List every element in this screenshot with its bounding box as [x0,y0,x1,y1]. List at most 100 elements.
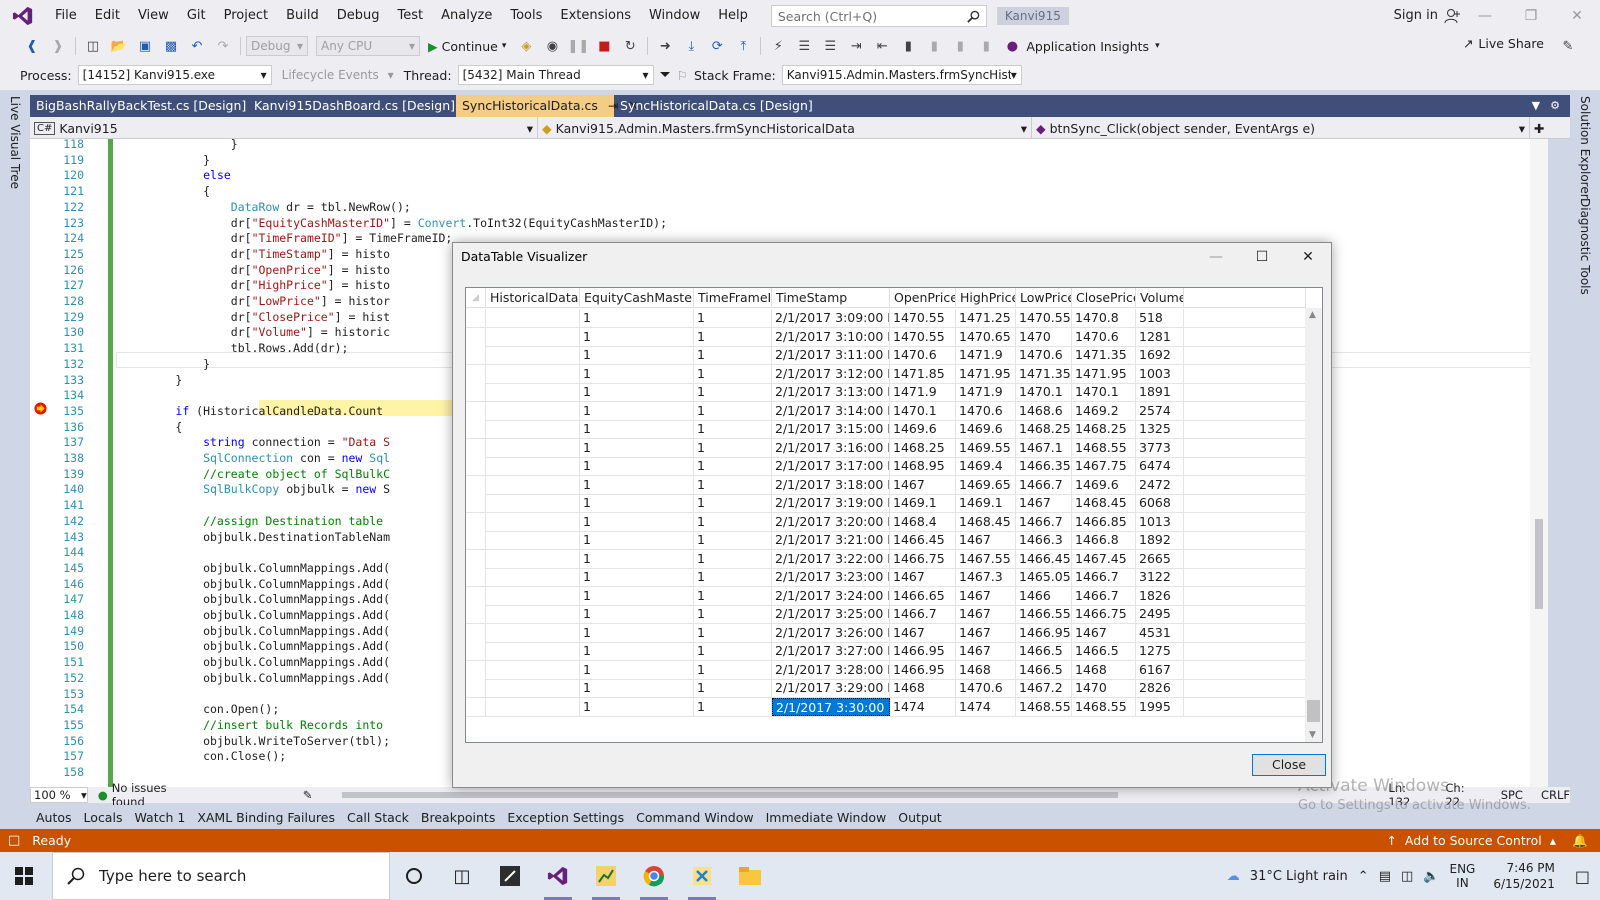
table-cell[interactable] [486,457,580,475]
table-cell[interactable]: 2/1/2017 3:12:00 PM [772,364,890,383]
table-cell[interactable]: 1467 [890,475,956,494]
column-header[interactable]: EquityCashMasterID [580,288,694,307]
project-select[interactable]: C# Kanvi915 ▾ [30,117,538,139]
table-cell[interactable]: 1 [580,512,694,531]
table-cell[interactable]: 1 [580,623,694,642]
row-header[interactable] [466,346,486,364]
table-cell[interactable] [486,420,580,438]
table-cell[interactable]: 1 [694,679,772,697]
grid-vertical-scrollbar[interactable]: ▲ ▼ [1305,308,1322,742]
table-cell[interactable] [486,512,580,531]
table-cell[interactable]: 1468 [890,679,956,697]
notifications-icon[interactable]: 🔔 [1572,833,1588,849]
stack-frame-select[interactable]: Kanvi915.Admin.Masters.frmSyncHistorica▾ [781,65,1022,85]
clock[interactable]: 7:46 PM 6/15/2021 [1493,860,1555,892]
table-cell[interactable]: 1470.6 [956,679,1016,697]
table-cell[interactable]: 2/1/2017 3:22:00 PM [772,549,890,568]
table-row[interactable]: 112/1/2017 3:26:00 PM146714671466.951467… [466,623,1306,643]
step-into-icon[interactable]: ⤓ [679,35,703,57]
table-cell[interactable]: 1 [580,475,694,494]
table-cell[interactable]: 2/1/2017 3:27:00 PM [772,642,890,660]
table-cell[interactable]: 1467 [956,531,1016,549]
column-header[interactable]: HistoricalDataID [486,288,580,307]
table-cell[interactable]: 1 [580,679,694,697]
debug-tab-breakpoints[interactable]: Breakpoints [415,810,501,825]
table-row[interactable]: 112/1/2017 3:25:00 PM1466.714671466.5514… [466,605,1306,624]
table-cell[interactable]: 1 [694,383,772,401]
table-cell[interactable]: 1 [580,549,694,568]
column-header[interactable]: TimeFrameID [694,288,772,307]
menu-item-build[interactable]: Build [277,0,328,32]
table-cell[interactable]: 1470.6 [1072,327,1136,346]
table-cell[interactable]: 1466.7 [1072,586,1136,605]
taskbar-search-input[interactable]: Type here to search [52,852,390,900]
table-cell[interactable] [486,401,580,420]
row-header[interactable] [466,697,486,716]
restart-icon[interactable]: ↻ [618,35,642,57]
table-cell[interactable] [486,383,580,401]
row-header[interactable] [466,512,486,531]
table-cell[interactable] [486,568,580,586]
table-cell[interactable]: 1 [580,420,694,438]
table-cell[interactable]: 1466.45 [890,531,956,549]
table-cell[interactable]: 1466.85 [1072,512,1136,531]
table-cell[interactable]: 1466.95 [890,642,956,660]
flag-icon[interactable]: ⚐ [677,68,688,83]
table-cell[interactable]: 1466.8 [1072,531,1136,549]
table-row[interactable]: 112/1/2017 3:28:00 PM1466.9514681466.514… [466,660,1306,680]
table-cell[interactable]: 1 [694,531,772,549]
table-cell[interactable] [486,697,580,716]
table-cell[interactable]: 1466.35 [1016,457,1072,475]
table-cell[interactable]: 2/1/2017 3:19:00 PM [772,494,890,512]
table-cell[interactable]: 2/1/2017 3:16:00 PM [772,438,890,457]
table-cell[interactable]: 2574 [1136,401,1184,420]
table-cell[interactable]: 518 [1136,309,1184,327]
uncomment-icon[interactable]: ☰ [818,35,842,57]
next-bookmark-icon[interactable]: ▮ [948,35,972,57]
doc-tab[interactable]: SyncHistoricalData.cs ⇥ ✕ [456,95,639,117]
table-cell[interactable] [486,679,580,697]
table-row[interactable]: 112/1/2017 3:16:00 PM1468.251469.551467.… [466,438,1306,458]
table-cell[interactable]: 1 [694,346,772,364]
table-cell[interactable]: 2/1/2017 3:18:00 PM [772,475,890,494]
table-cell[interactable]: 1471.85 [890,364,956,383]
table-cell[interactable]: 1468.25 [890,438,956,457]
table-cell[interactable]: 1468.45 [956,512,1016,531]
app-icon-editor[interactable] [486,852,534,900]
doc-tab[interactable]: BigBashRallyBackTest.cs [Design] [30,95,248,117]
table-cell[interactable]: 1470.8 [1072,309,1136,327]
horizontal-scrollbar[interactable] [342,792,1119,798]
table-cell[interactable]: 1471.95 [956,364,1016,383]
table-cell[interactable]: 2/1/2017 3:10:00 PM [772,327,890,346]
table-cell[interactable]: 1470 [1016,327,1072,346]
row-header[interactable] [466,494,486,512]
column-header[interactable]: OpenPrice [890,288,956,307]
table-cell[interactable]: 1467.2 [1016,679,1072,697]
table-cell[interactable]: 1470.55 [890,327,956,346]
pause-icon[interactable]: ❚❚ [566,35,590,57]
table-cell[interactable]: 1468.55 [1016,697,1072,716]
table-cell[interactable] [486,494,580,512]
doc-tab[interactable]: SyncHistoricalData.cs [Design] [614,95,814,117]
forward-icon[interactable]: ❱ [46,35,70,57]
table-cell[interactable]: 1468.25 [1016,420,1072,438]
table-cell[interactable]: 1471.9 [956,383,1016,401]
menu-item-analyze[interactable]: Analyze [432,0,501,32]
indent-icon[interactable]: ⇥ [844,35,868,57]
table-cell[interactable]: 1 [694,309,772,327]
menu-item-edit[interactable]: Edit [86,0,129,32]
table-cell[interactable]: 1 [694,512,772,531]
table-cell[interactable]: 1474 [890,697,956,716]
table-cell[interactable]: 1469.1 [890,494,956,512]
row-header[interactable] [466,420,486,438]
scrollbar-thumb[interactable] [1535,519,1543,609]
table-cell[interactable]: 3122 [1136,568,1184,586]
volume-icon[interactable]: 🔈 [1423,869,1439,884]
save-all-icon[interactable]: ▩ [159,35,183,57]
row-header[interactable] [466,660,486,679]
table-cell[interactable]: 1 [694,364,772,383]
table-cell[interactable]: 1 [694,549,772,568]
table-cell[interactable]: 1 [694,697,772,716]
tab-list-dropdown-icon[interactable]: ▼ [1532,95,1540,117]
row-header[interactable] [466,531,486,549]
